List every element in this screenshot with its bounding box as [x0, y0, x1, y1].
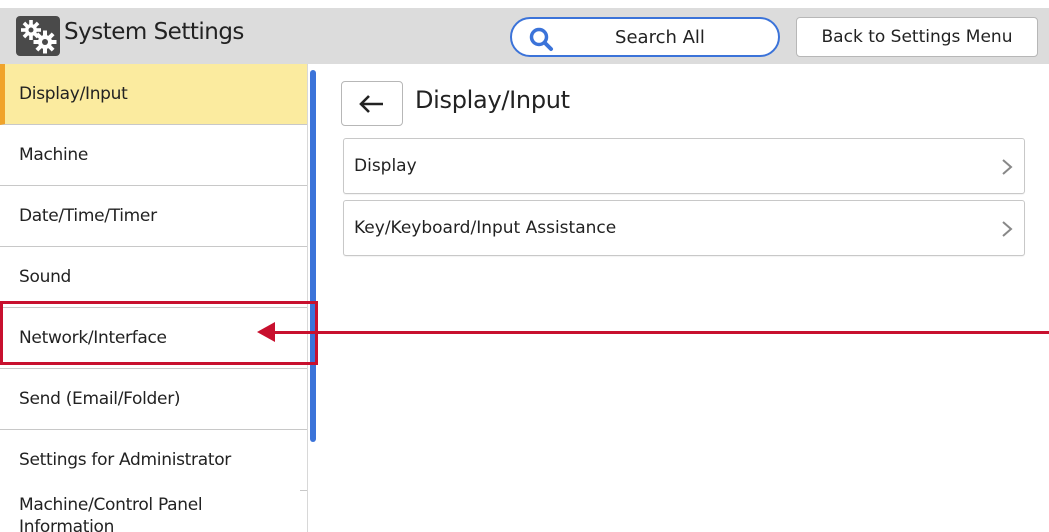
sidebar-item-settings-for-administrator[interactable]: Settings for Administrator: [0, 430, 307, 491]
sidebar-item-sound[interactable]: Sound: [0, 247, 307, 308]
list-item-label: Display: [354, 156, 417, 176]
sidebar-item-label: Sound: [19, 267, 72, 287]
sidebar-item-machine-control-panel-information[interactable]: Machine/Control Panel Information: [0, 488, 300, 532]
chevron-right-icon: [1002, 159, 1013, 175]
gears-icon: [16, 16, 60, 56]
page-title: Display/Input: [415, 86, 570, 114]
sidebar-item-label: Date/Time/Timer: [19, 206, 157, 226]
sidebar-scrollbar[interactable]: [310, 70, 316, 442]
sidebar-item-display-input[interactable]: Display/Input: [0, 64, 307, 125]
search-all-label: Search All: [615, 26, 705, 48]
list-item-label: Key/Keyboard/Input Assistance: [354, 218, 617, 238]
sidebar-item-send-email-folder[interactable]: Send (Email/Folder): [0, 369, 307, 430]
sidebar-item-label: Machine/Control Panel Information: [19, 495, 203, 532]
sidebar-item-machine[interactable]: Machine: [0, 125, 307, 186]
annotation-arrowhead: [257, 322, 275, 342]
sidebar-item-label: Send (Email/Folder): [19, 389, 181, 409]
arrow-left-icon: [359, 94, 383, 113]
list-item-display[interactable]: Display: [343, 138, 1025, 194]
sidebar: Display/Input Machine Date/Time/Timer So…: [0, 64, 307, 532]
sidebar-item-label: Settings for Administrator: [19, 450, 231, 470]
chevron-right-icon: [1002, 221, 1013, 237]
app-title: System Settings: [64, 19, 244, 45]
list-item-key-keyboard-input-assistance[interactable]: Key/Keyboard/Input Assistance: [343, 200, 1025, 256]
back-to-settings-menu-button[interactable]: Back to Settings Menu: [796, 17, 1038, 57]
back-button[interactable]: [341, 81, 403, 126]
sidebar-item-date-time-timer[interactable]: Date/Time/Timer: [0, 186, 307, 247]
sidebar-item-label: Display/Input: [19, 84, 128, 104]
search-all-button[interactable]: Search All: [510, 17, 780, 57]
title-bar: System Settings Search All Back to Setti…: [0, 8, 1049, 64]
sidebar-item-label: Machine: [19, 145, 89, 165]
sidebar-divider: [307, 64, 308, 532]
annotation-arrow-line: [272, 331, 1049, 334]
